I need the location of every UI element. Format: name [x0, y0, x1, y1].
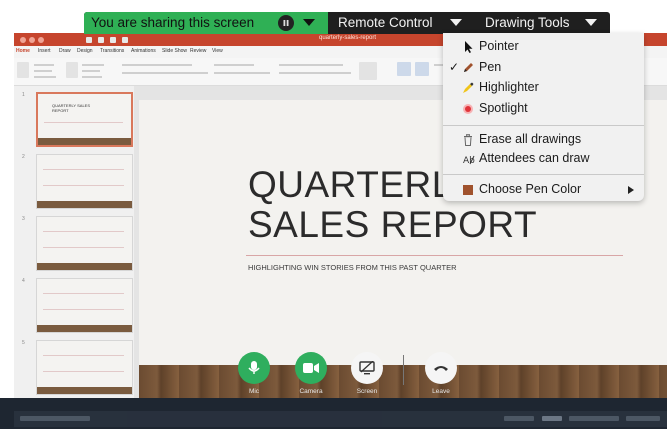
tab-insert[interactable]: Insert [38, 48, 51, 54]
pointer-icon [465, 41, 473, 53]
trash-icon [464, 134, 472, 146]
share-options-chevron-icon[interactable] [303, 19, 315, 26]
paste-button[interactable] [17, 62, 29, 78]
tab-draw[interactable]: Draw [59, 48, 71, 54]
menu-item-label: Erase all drawings [479, 132, 582, 146]
screen-share-button[interactable] [351, 352, 383, 384]
tab-animations[interactable]: Animations [131, 48, 156, 54]
spotlight-icon [463, 104, 473, 114]
tab-home[interactable]: Home [16, 48, 30, 54]
save-icon[interactable] [98, 37, 104, 43]
menu-item-pointer[interactable]: Pointer [443, 37, 644, 57]
screen-label: Screen [356, 388, 378, 395]
menu-item-label: Pointer [479, 39, 519, 53]
thumbnail-number: 4 [22, 278, 25, 284]
zoom-window-icon[interactable] [38, 37, 44, 43]
mic-button[interactable] [238, 352, 270, 384]
slide-thumbnail-2[interactable] [36, 154, 133, 209]
tab-review[interactable]: Review [190, 48, 206, 54]
menu-separator [443, 125, 644, 126]
leave-button[interactable] [425, 352, 457, 384]
thumbnail-number: 5 [22, 340, 25, 346]
status-bar [14, 411, 667, 427]
slide-thumbnail-1[interactable]: QUARTERLY SALES REPORT [36, 92, 133, 147]
thumbnail-title: QUARTERLY SALES REPORT [52, 103, 91, 113]
redo-icon[interactable] [122, 37, 128, 43]
pause-share-button[interactable] [278, 15, 294, 31]
slide-thumbnail-4[interactable] [36, 278, 133, 333]
checkmark-icon: ✓ [449, 60, 460, 74]
slide-thumbnail-5[interactable] [36, 340, 133, 395]
menu-item-label: Choose Pen Color [479, 182, 582, 196]
menu-item-label: Pen [479, 60, 502, 74]
menu-item-pen[interactable]: ✓ Pen [443, 58, 644, 78]
new-slide-button[interactable] [66, 62, 78, 78]
menu-item-highlighter[interactable]: Highlighter [443, 78, 644, 98]
menu-item-label: Highlighter [479, 80, 539, 94]
slide-title-line-2: SALES REPORT [248, 204, 538, 245]
normal-view-button[interactable] [542, 416, 562, 421]
hang-up-icon [434, 366, 448, 371]
menu-separator [443, 174, 644, 175]
tab-transitions[interactable]: Transitions [100, 48, 124, 54]
slide-thumbnail-3[interactable] [36, 216, 133, 271]
sharing-status-text: You are sharing this screen [91, 15, 255, 30]
remote-control-button[interactable]: Remote Control [338, 15, 433, 30]
screen: quarterly-sales-report Home Insert Draw … [0, 0, 667, 429]
tab-view[interactable]: View [212, 48, 223, 54]
minimize-window-icon[interactable] [29, 37, 35, 43]
screen-share-icon [359, 361, 375, 375]
undo-icon[interactable] [110, 37, 116, 43]
menu-item-attendees-can-draw[interactable]: Ab Attendees can draw [443, 149, 644, 169]
tab-slide-show[interactable]: Slide Show [162, 48, 187, 54]
convert-to-smartart-button[interactable] [359, 62, 377, 80]
slide-subtitle[interactable]: HIGHLIGHTING WIN STORIES FROM THIS PAST … [248, 263, 457, 272]
slide-divider [246, 255, 623, 256]
drawing-tools-chevron-icon[interactable] [585, 19, 597, 26]
menu-item-erase-all[interactable]: Erase all drawings [443, 130, 644, 150]
camera-label: Camera [299, 388, 323, 395]
menu-item-choose-pen-color[interactable]: Choose Pen Color [443, 180, 644, 200]
remote-control-chevron-icon[interactable] [450, 19, 462, 26]
close-window-icon[interactable] [20, 37, 26, 43]
pen-icon [464, 63, 473, 72]
microphone-icon [248, 361, 260, 374]
drawing-tools-menu: Pointer ✓ Pen Highlighter Spotlight Eras… [443, 33, 644, 201]
leave-label: Leave [432, 388, 450, 395]
thumbnail-number: 3 [22, 216, 25, 222]
drawing-tools-button[interactable]: Drawing Tools [485, 15, 570, 30]
thumbnail-number: 2 [22, 154, 25, 160]
highlighter-icon [463, 82, 474, 93]
thumbnail-number: 1 [22, 92, 25, 98]
document-title: quarterly-sales-report [319, 35, 377, 41]
pause-icon [283, 20, 289, 26]
camera-icon [303, 363, 319, 373]
slide-thumbnail-pane: 1 QUARTERLY SALES REPORT 2 3 4 5 [14, 86, 134, 411]
color-swatch-icon [463, 185, 473, 195]
menu-item-spotlight[interactable]: Spotlight [443, 99, 644, 119]
picture-button[interactable] [397, 62, 411, 76]
tab-design[interactable]: Design [77, 48, 93, 54]
camera-button[interactable] [295, 352, 327, 384]
attendees-draw-icon: Ab [463, 155, 475, 165]
menu-item-label: Spotlight [479, 101, 528, 115]
submenu-arrow-icon [628, 186, 634, 194]
home-icon[interactable] [86, 37, 92, 43]
controls-divider [403, 355, 404, 385]
mic-label: Mic [248, 388, 260, 395]
shapes-button[interactable] [415, 62, 429, 76]
menu-item-label: Attendees can draw [479, 151, 590, 165]
